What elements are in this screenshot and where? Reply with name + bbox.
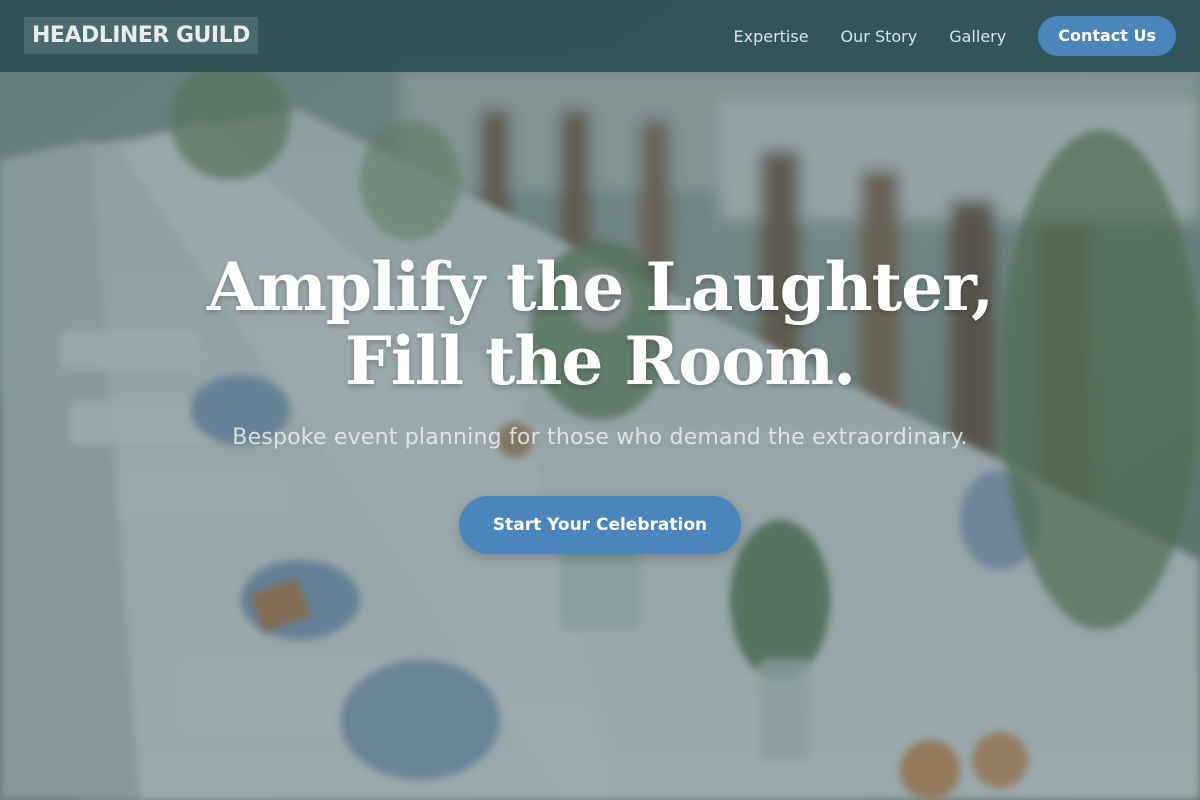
start-celebration-button[interactable]: Start Your Celebration: [459, 496, 741, 554]
nav-link-our-story[interactable]: Our Story: [841, 27, 918, 46]
nav-link-expertise[interactable]: Expertise: [733, 27, 808, 46]
hero-section: Amplify the Laughter, Fill the Room. Bes…: [0, 250, 1200, 554]
hero-subtitle: Bespoke event planning for those who dem…: [232, 425, 968, 450]
nav-link-gallery[interactable]: Gallery: [949, 27, 1006, 46]
brand-logo[interactable]: HEADLINER GUILD: [24, 17, 258, 54]
main-nav: Expertise Our Story Gallery Contact Us: [733, 0, 1176, 72]
landing-page: HEADLINER GUILD Expertise Our Story Gall…: [0, 0, 1200, 800]
hero-title: Amplify the Laughter, Fill the Room.: [0, 250, 1200, 398]
hero-title-line-1: Amplify the Laughter,: [206, 248, 994, 326]
contact-us-button[interactable]: Contact Us: [1038, 16, 1176, 56]
site-header: HEADLINER GUILD Expertise Our Story Gall…: [0, 0, 1200, 72]
hero-title-line-2: Fill the Room.: [344, 322, 856, 400]
